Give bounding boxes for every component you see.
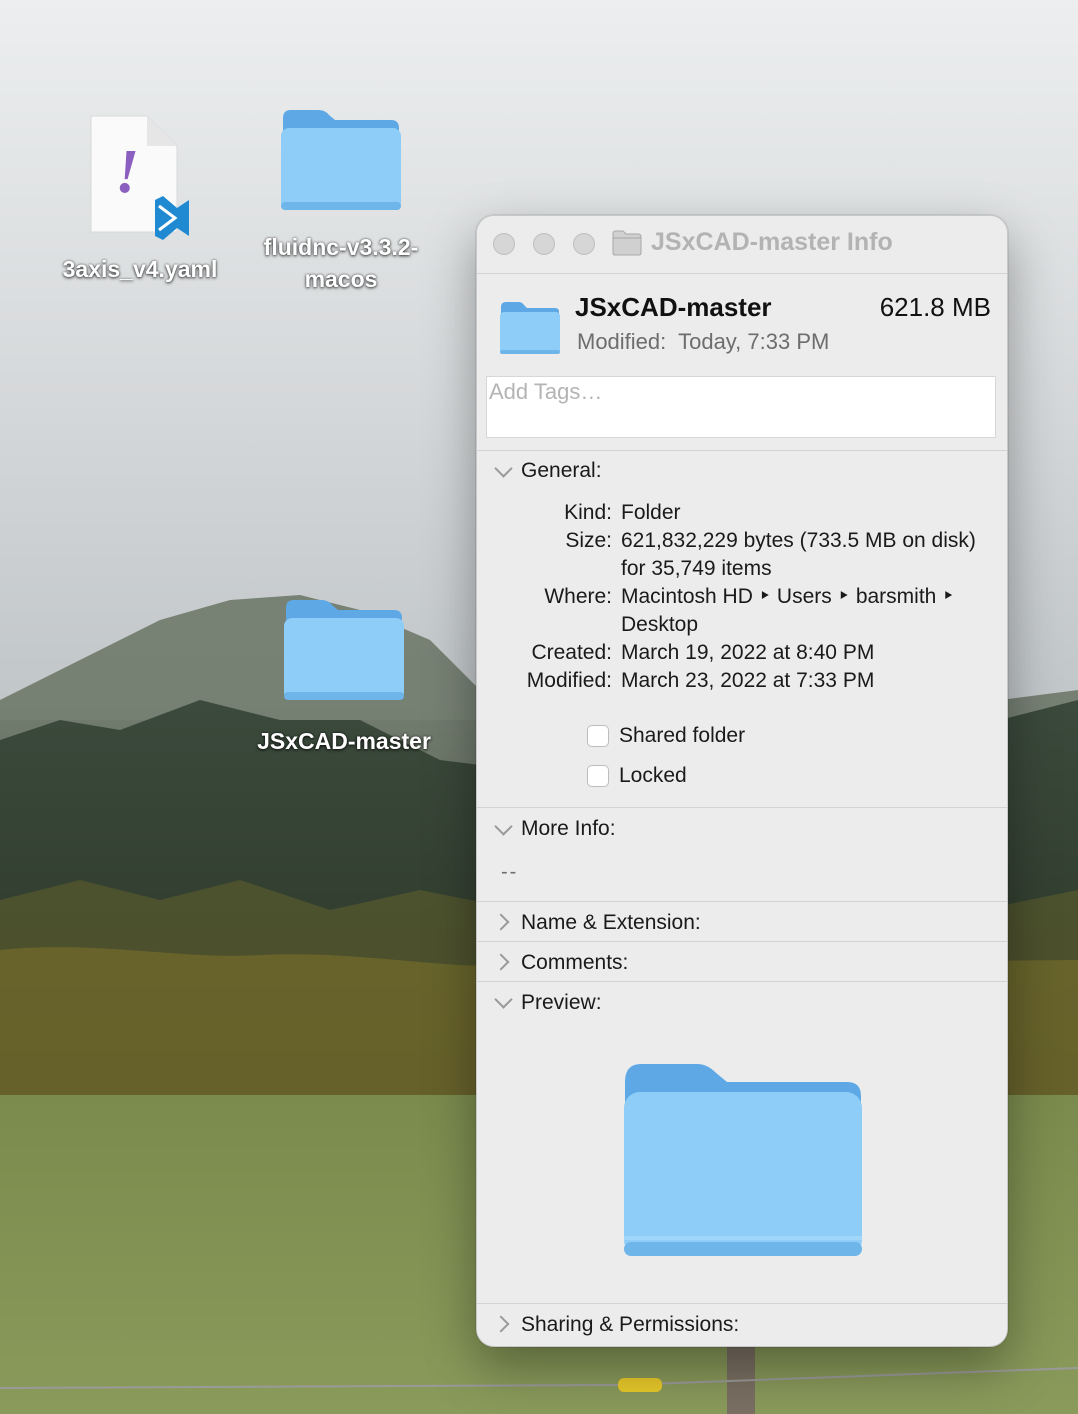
- minimize-button[interactable]: [533, 233, 555, 255]
- jsxcad-folder-label: JSxCAD-master: [257, 728, 431, 754]
- chevron-down-icon[interactable]: [494, 459, 513, 478]
- kind-value: Folder: [621, 501, 681, 524]
- desktop-icon-jsxcad[interactable]: JSxCAD-master: [246, 596, 442, 757]
- chevron-down-icon[interactable]: [494, 817, 513, 836]
- yaml-file-label: 3axis_v4.yaml: [62, 256, 218, 282]
- file-name: JSxCAD-master: [575, 292, 772, 322]
- more-info-value: --: [501, 861, 519, 883]
- header-modified: Modified: Today, 7:33 PM: [577, 329, 830, 354]
- tags-field[interactable]: Add Tags…: [486, 376, 996, 438]
- folder-preview-image: [624, 1064, 862, 1256]
- section-name-extension[interactable]: Name & Extension:: [521, 911, 701, 935]
- chevron-right-icon[interactable]: [492, 913, 510, 931]
- svg-text:!: !: [115, 138, 139, 206]
- title-bar[interactable]: JSxCAD-master Info: [477, 216, 1007, 274]
- folder-icon: [284, 600, 404, 700]
- divider: [477, 981, 1007, 982]
- modified-label: Modified:: [526, 669, 612, 692]
- locked-label: Locked: [619, 764, 687, 787]
- folder-icon: [500, 302, 560, 354]
- section-sharing-permissions[interactable]: Sharing & Permissions:: [521, 1313, 739, 1337]
- file-size: 621.8 MB: [879, 292, 991, 322]
- zoom-button[interactable]: [573, 233, 595, 255]
- kind-label: Kind:: [564, 501, 612, 524]
- fluidnc-folder-label: fluidnc-v3.3.2- macos: [263, 234, 419, 292]
- chevron-down-icon[interactable]: [494, 990, 513, 1009]
- divider: [477, 807, 1007, 808]
- size-label: Size:: [565, 529, 612, 552]
- section-more-info[interactable]: More Info:: [521, 817, 616, 841]
- where-label: Where:: [544, 585, 612, 608]
- desktop-icon-fluidnc[interactable]: fluidnc-v3.3.2- macos: [246, 106, 436, 295]
- divider: [477, 450, 1007, 451]
- section-general[interactable]: General:: [521, 459, 602, 483]
- modified-value: March 23, 2022 at 7:33 PM: [621, 669, 875, 692]
- desktop-icon-yaml[interactable]: ! 3axis_v4.yaml: [40, 112, 240, 285]
- section-comments[interactable]: Comments:: [521, 951, 628, 975]
- where-value: Macintosh HD ‣ Users ‣ barsmith ‣ Deskto…: [621, 585, 955, 636]
- section-preview[interactable]: Preview:: [521, 991, 602, 1015]
- chevron-right-icon[interactable]: [492, 953, 510, 971]
- divider: [477, 901, 1007, 902]
- folder-icon: [281, 110, 401, 210]
- yaml-file-icon: !: [90, 115, 189, 240]
- divider: [477, 1303, 1007, 1304]
- shared-folder-checkbox[interactable]: [587, 725, 609, 747]
- close-button[interactable]: [493, 233, 515, 255]
- shared-folder-label: Shared folder: [619, 724, 746, 747]
- size-value: 621,832,229 bytes (733.5 MB on disk) for…: [621, 529, 976, 580]
- created-label: Created:: [531, 641, 612, 664]
- chevron-right-icon[interactable]: [492, 1315, 510, 1333]
- divider: [477, 941, 1007, 942]
- folder-icon: [612, 230, 642, 256]
- window-title: JSxCAD-master Info: [651, 228, 893, 256]
- locked-checkbox[interactable]: [587, 765, 609, 787]
- info-window: JSxCAD-master Info JSxCAD-master 621.8 M…: [476, 215, 1008, 1347]
- created-value: March 19, 2022 at 8:40 PM: [621, 641, 875, 664]
